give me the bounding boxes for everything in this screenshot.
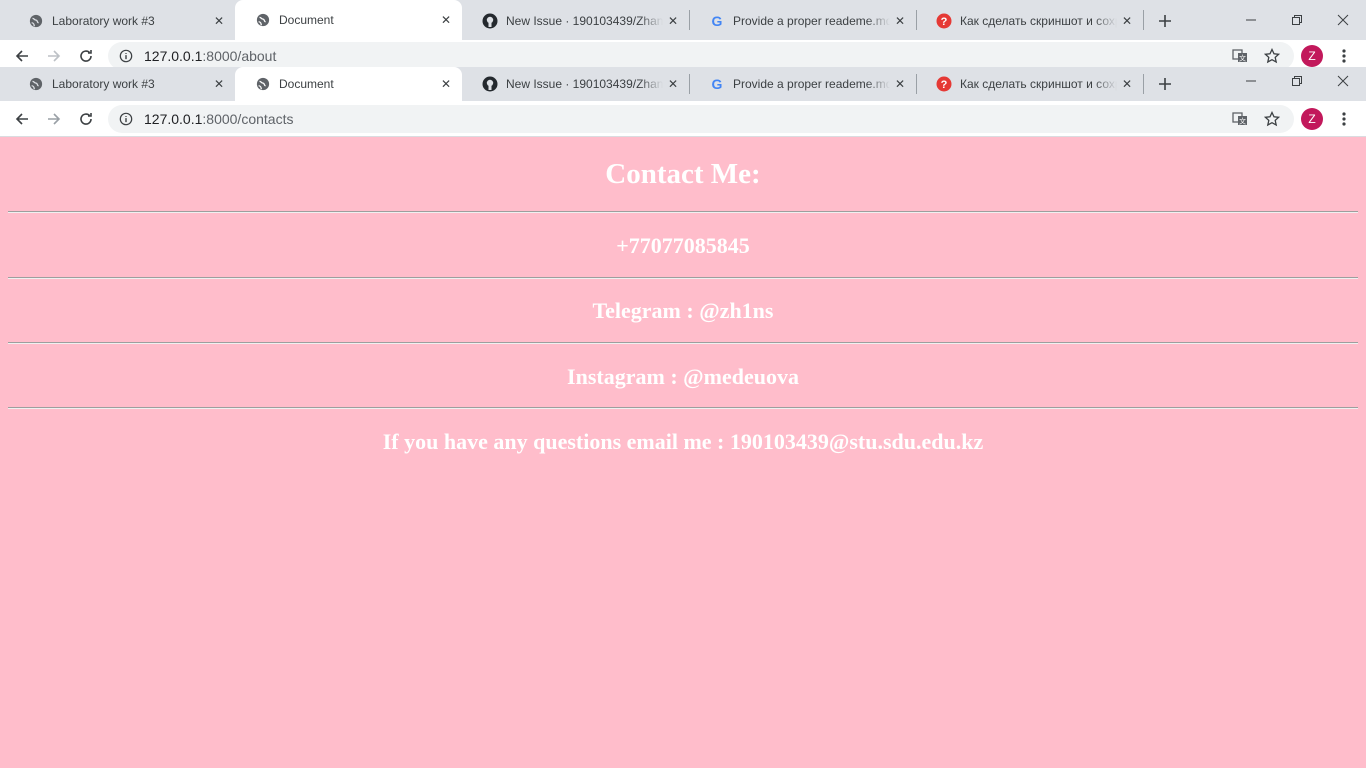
reload-button[interactable] [70, 103, 102, 135]
google-icon: G [711, 13, 723, 29]
tab-title: Как сделать скриншот и сохр [960, 14, 1117, 28]
email-contact: If you have any questions email me : 190… [382, 429, 984, 454]
tab-provide-readme[interactable]: G Provide a proper reademe.md ✕ [689, 4, 916, 38]
svg-text:文: 文 [1239, 54, 1246, 63]
tab-screenshot-howto[interactable]: ? Как сделать скриншот и сохр ✕ [916, 4, 1143, 38]
divider [8, 407, 1358, 409]
instagram-handle: Instagram : @medeuova [567, 364, 799, 389]
tab-separator [1143, 74, 1144, 94]
info-icon[interactable] [118, 48, 134, 64]
back-button[interactable] [6, 103, 38, 135]
info-icon[interactable] [118, 111, 134, 127]
tab-laboratory-work[interactable]: Laboratory work #3 ✕ [8, 67, 235, 101]
divider [8, 342, 1358, 344]
telegram-handle: Telegram : @zh1ns [592, 298, 774, 323]
close-icon[interactable]: ✕ [436, 10, 456, 30]
new-tab-button[interactable] [1154, 10, 1176, 32]
close-icon[interactable]: ✕ [663, 74, 683, 94]
close-window-button[interactable] [1320, 67, 1366, 95]
forward-button[interactable] [38, 103, 70, 135]
close-icon[interactable]: ✕ [1117, 74, 1137, 94]
svg-text:文: 文 [1239, 117, 1246, 126]
svg-text:?: ? [941, 16, 948, 28]
address-bar[interactable]: 127.0.0.1:8000/about [108, 42, 1294, 70]
tab-provide-readme[interactable]: G Provide a proper reademe.md ✕ [689, 67, 916, 101]
globe-icon [255, 76, 271, 92]
close-window-button[interactable] [1320, 0, 1366, 40]
tab-title: Provide a proper reademe.md [733, 14, 890, 28]
help-icon: ? [936, 13, 952, 29]
tab-document[interactable]: Document ✕ [235, 67, 462, 101]
close-icon[interactable]: ✕ [209, 74, 229, 94]
page-content: Contact Me: +77077085845 Telegram : @zh1… [0, 137, 1366, 768]
tab-title: Laboratory work #3 [52, 14, 155, 28]
github-icon [482, 76, 498, 92]
tab-title: New Issue · 190103439/Zhansaya [506, 14, 663, 28]
globe-icon [255, 12, 271, 28]
restore-button[interactable] [1274, 67, 1320, 95]
page-title: Contact Me: [605, 158, 761, 190]
divider [8, 277, 1358, 279]
tab-new-issue[interactable]: New Issue · 190103439/Zhansaya ✕ [462, 4, 689, 38]
url-path: :8000/contacts [202, 111, 294, 127]
close-icon[interactable]: ✕ [436, 74, 456, 94]
translate-icon[interactable]: 文 [1227, 43, 1253, 69]
avatar[interactable]: Z [1301, 45, 1323, 67]
restore-button[interactable] [1274, 0, 1320, 40]
browser-window-1: Laboratory work #3 ✕ Document ✕ New Issu… [0, 0, 1366, 72]
tab-title: Provide a proper reademe.md [733, 77, 890, 91]
avatar[interactable]: Z [1301, 108, 1323, 130]
github-icon [482, 13, 498, 29]
tab-separator [1143, 10, 1144, 30]
tab-title: Как сделать скриншот и сохр [960, 77, 1117, 91]
globe-icon [28, 13, 44, 29]
google-icon: G [711, 76, 723, 92]
tab-strip: Laboratory work #3 ✕ Document ✕ New Issu… [0, 67, 1366, 101]
url-host: 127.0.0.1 [144, 111, 203, 127]
tab-screenshot-howto[interactable]: ? Как сделать скриншот и сохр ✕ [916, 67, 1143, 101]
tab-title: Laboratory work #3 [52, 77, 155, 91]
more-menu-icon[interactable] [1334, 43, 1354, 69]
tab-title: Document [279, 77, 334, 91]
close-icon[interactable]: ✕ [1117, 11, 1137, 31]
tab-document[interactable]: Document ✕ [235, 0, 462, 40]
browser-window-2: Laboratory work #3 ✕ Document ✕ New Issu… [0, 67, 1366, 137]
address-bar[interactable]: 127.0.0.1:8000/contacts [108, 105, 1294, 133]
close-icon[interactable]: ✕ [209, 11, 229, 31]
more-menu-icon[interactable] [1334, 106, 1354, 132]
close-icon[interactable]: ✕ [890, 74, 910, 94]
globe-icon [28, 76, 44, 92]
minimize-button[interactable] [1228, 0, 1274, 40]
divider [8, 211, 1358, 213]
translate-icon[interactable]: 文 [1227, 106, 1253, 132]
browser-toolbar: 127.0.0.1:8000/contacts 文 Z [0, 101, 1366, 137]
phone-number: +77077085845 [616, 233, 750, 258]
help-icon: ? [936, 76, 952, 92]
tab-strip: Laboratory work #3 ✕ Document ✕ New Issu… [0, 0, 1366, 40]
bookmark-star-icon[interactable] [1259, 43, 1285, 69]
tab-title: New Issue · 190103439/Zhansaya [506, 77, 663, 91]
bookmark-star-icon[interactable] [1259, 106, 1285, 132]
close-icon[interactable]: ✕ [890, 11, 910, 31]
tab-title: Document [279, 13, 334, 27]
tab-new-issue[interactable]: New Issue · 190103439/Zhansaya ✕ [462, 67, 689, 101]
url-host: 127.0.0.1 [144, 48, 203, 64]
minimize-button[interactable] [1228, 67, 1274, 95]
svg-text:?: ? [941, 79, 948, 91]
new-tab-button[interactable] [1154, 73, 1176, 95]
url-path: :8000/about [202, 48, 277, 64]
close-icon[interactable]: ✕ [663, 11, 683, 31]
tab-laboratory-work[interactable]: Laboratory work #3 ✕ [8, 4, 235, 38]
